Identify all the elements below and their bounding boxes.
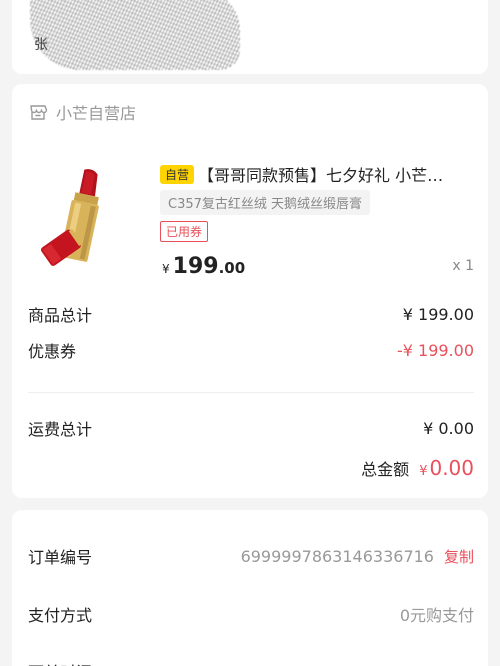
price-decimal: .00 xyxy=(218,259,246,277)
redacted-scribble xyxy=(30,0,240,70)
recipient-name-partial: 张 xyxy=(34,37,48,53)
product-title: 【哥哥同款预售】七夕好礼 小芒… xyxy=(198,166,444,185)
summary-divider xyxy=(28,392,474,393)
recipient-card: 张 xyxy=(12,0,488,74)
order-number-value: 6999997863146336716 xyxy=(240,546,434,566)
coupon-used-tag: 已用券 xyxy=(160,221,209,242)
price-currency: ¥ xyxy=(162,262,170,276)
order-number-label: 订单编号 xyxy=(28,548,93,567)
product-price: ¥ 199 .00 xyxy=(162,254,245,279)
order-info-card: 订单编号 6999997863146336716 复制 支付方式 0元购支付 下… xyxy=(12,510,488,666)
total-row: 总金额 ¥ 0.00 xyxy=(361,456,474,480)
product-quantity: x 1 xyxy=(452,258,474,274)
total-currency: ¥ xyxy=(419,464,428,479)
total-value: 0.00 xyxy=(429,456,474,480)
copy-order-number-button[interactable]: 复制 xyxy=(444,546,474,567)
order-card: 小芒自营店 自营 【哥哥同款预售】七夕好礼 小芒… C357复古红丝绒 天鹅绒丝… xyxy=(12,84,488,498)
payment-method-value: 0元购支付 xyxy=(399,606,474,625)
store-icon xyxy=(30,105,48,120)
self-operated-badge: 自营 xyxy=(160,164,195,184)
coupon-label: 优惠券 xyxy=(28,342,77,361)
payment-method-row: 支付方式 0元购支付 xyxy=(28,602,474,626)
product-info[interactable]: 自营 【哥哥同款预售】七夕好礼 小芒… C357复古红丝绒 天鹅绒丝缎唇膏 已用… xyxy=(160,162,476,242)
shipping-value: ¥ 0.00 xyxy=(423,418,474,438)
store-name: 小芒自营店 xyxy=(56,104,137,123)
coupon-row: 优惠券 -¥ 199.00 xyxy=(28,338,474,362)
store-header[interactable]: 小芒自营店 xyxy=(28,100,136,124)
subtotal-row: 商品总计 ¥ 199.00 xyxy=(28,302,474,326)
price-integer: 199 xyxy=(172,254,219,279)
subtotal-value: ¥ 199.00 xyxy=(402,304,474,324)
total-label: 总金额 xyxy=(361,460,410,479)
product-image[interactable] xyxy=(38,164,124,274)
coupon-value: -¥ 199.00 xyxy=(396,340,474,360)
order-number-row: 订单编号 6999997863146336716 复制 xyxy=(28,544,474,568)
product-spec: C357复古红丝绒 天鹅绒丝缎唇膏 xyxy=(160,190,371,215)
payment-method-label: 支付方式 xyxy=(28,606,93,625)
subtotal-label: 商品总计 xyxy=(28,306,93,325)
shipping-label: 运费总计 xyxy=(28,420,93,439)
shipping-row: 运费总计 ¥ 0.00 xyxy=(28,416,474,440)
product-title-line: 自营 【哥哥同款预售】七夕好礼 小芒… xyxy=(160,162,476,186)
order-time-label-partial: 下单时间 xyxy=(28,658,98,666)
